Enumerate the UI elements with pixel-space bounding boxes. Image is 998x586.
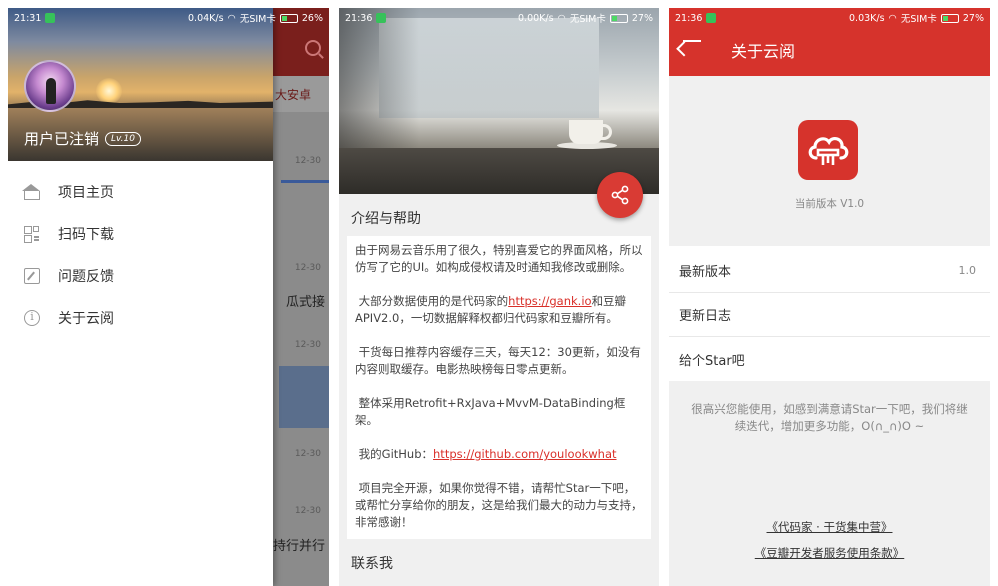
paragraph-text: 干货每日推荐内容缓存三天，每天12：30更新，如没有内容则取缓存。电影热映榜每日… (355, 345, 641, 376)
screen-about: 关于云阅 21:36 0.03K/s ◠ 无SIM卡 27% 当前版本 V1.0… (669, 8, 990, 586)
status-time: 21:36 (675, 12, 703, 24)
edit-icon (24, 268, 40, 284)
search-icon[interactable] (305, 40, 321, 56)
notification-icon (706, 13, 717, 23)
notification-icon (45, 13, 56, 23)
douban-terms-link[interactable]: 《豆瓣开发者服务使用条款》 (669, 540, 990, 566)
battery-percent: 27% (631, 12, 653, 24)
sunset-image (96, 78, 122, 104)
intro-paragraph: 项目完全开源，如果你觉得不错，请帮忙Star一下吧，或帮忙分享给你的朋友，这是给… (355, 480, 645, 531)
row-label: 给个Star吧 (679, 353, 745, 369)
gank-link[interactable]: https://gank.io (508, 294, 591, 308)
status-time: 21:31 (14, 12, 42, 24)
row-latest-version[interactable]: 最新版本 1.0 (669, 249, 990, 293)
row-value: 1.0 (958, 264, 977, 277)
menu-item-label: 关于云阅 (58, 311, 114, 327)
status-speed: 0.00K/s (518, 12, 554, 24)
navigation-drawer: 用户已注销 Lv.10 项目主页 扫码下载 问题反馈 关于云阅 (8, 8, 273, 586)
share-icon (611, 185, 629, 205)
status-speed: 0.04K/s (188, 12, 224, 24)
intro-paragraph: 大部分数据使用的是代码家的https://gank.io和豆瓣APIV2.0，一… (355, 293, 645, 327)
user-name[interactable]: 用户已注销 Lv.10 (24, 128, 141, 149)
coffee-cup-image (569, 120, 612, 144)
drawer-menu: 项目主页 扫码下载 问题反馈 关于云阅 (8, 161, 273, 339)
home-icon (22, 183, 40, 200)
notification-icon (376, 13, 387, 23)
level-badge: Lv.10 (105, 131, 141, 146)
intro-paragraph: 由于网易云音乐用了很久，特别喜爱它的界面风格，所以仿写了它的UI。如构成侵权请及… (355, 243, 643, 274)
wifi-icon: ◠ (888, 12, 897, 24)
intro-content: 介绍与帮助 由于网易云音乐用了很久，特别喜爱它的界面风格，所以仿写了它的UI。如… (339, 194, 659, 586)
menu-item-about[interactable]: 关于云阅 (8, 297, 273, 339)
menu-item-scan-download[interactable]: 扫码下载 (8, 213, 273, 255)
paragraph-text: 整体采用Retrofit+RxJava+MvvM-DataBinding框架。 (355, 396, 626, 427)
sim-status: 无SIM卡 (569, 14, 606, 25)
qr-code-icon (24, 226, 40, 243)
back-arrow-icon[interactable] (683, 40, 701, 42)
menu-item-label: 项目主页 (58, 185, 114, 201)
footer-links: 《代码家 · 干货集中营》 《豆瓣开发者服务使用条款》 (669, 514, 990, 566)
github-link[interactable]: https://github.com/youlookwhat (433, 447, 617, 461)
background-divider (281, 180, 329, 183)
info-icon (24, 310, 40, 326)
background-time: 12-30 (294, 263, 321, 273)
app-logo (798, 120, 858, 180)
about-list: 最新版本 1.0 更新日志 给个Star吧 (669, 249, 990, 381)
user-name-label: 用户已注销 (24, 130, 100, 148)
share-button[interactable] (597, 172, 643, 218)
background-thumbnail (279, 366, 329, 428)
battery-icon (609, 13, 628, 23)
row-changelog[interactable]: 更新日志 (669, 293, 990, 337)
intro-card: 由于网易云音乐用了很久，特别喜爱它的界面风格，所以仿写了它的UI。如构成侵权请及… (347, 236, 651, 539)
intro-paragraph: 干货每日推荐内容缓存三天，每天12：30更新，如没有内容则取缓存。电影热映榜每日… (355, 344, 645, 378)
version-text: 当前版本 V1.0 (794, 198, 865, 210)
battery-percent: 27% (962, 12, 984, 24)
paragraph-text: 项目完全开源，如果你觉得不错，请帮忙Star一下吧，或帮忙分享给你的朋友，这是给… (355, 481, 643, 529)
status-speed: 0.03K/s (849, 12, 885, 24)
background-snippet: 瓜式接 (285, 295, 325, 310)
screen-navigation-drawer: 大安卓 12-30 12-30 瓜式接 12-30 12-30 12-30 持行… (8, 8, 329, 586)
drawer-header: 用户已注销 Lv.10 (8, 8, 273, 161)
status-bar: 21:31 0.04K/s ◠ 无SIM卡 26% (8, 8, 329, 28)
background-time: 12-30 (294, 156, 321, 166)
sim-status: 无SIM卡 (900, 14, 937, 25)
battery-icon (940, 13, 959, 23)
wifi-icon: ◠ (227, 12, 236, 24)
row-label: 更新日志 (679, 309, 732, 324)
menu-item-label: 扫码下载 (58, 227, 114, 243)
menu-item-feedback[interactable]: 问题反馈 (8, 255, 273, 297)
cloud-logo-icon (808, 136, 849, 165)
header-image (339, 8, 659, 194)
row-star[interactable]: 给个Star吧 (669, 337, 990, 381)
background-time: 12-30 (294, 340, 321, 350)
screen-intro-help: 21:36 0.00K/s ◠ 无SIM卡 27% 介绍与帮助 由于网易云音乐用… (339, 8, 659, 586)
menu-item-label: 问题反馈 (58, 269, 114, 285)
menu-item-project-home[interactable]: 项目主页 (8, 171, 273, 213)
background-time: 12-30 (294, 449, 321, 459)
background-time: 12-30 (294, 506, 321, 516)
wifi-icon: ◠ (557, 12, 566, 24)
battery-icon (279, 13, 298, 23)
intro-paragraph: 整体采用Retrofit+RxJava+MvvM-DataBinding框架。 (355, 395, 645, 429)
contact-title: 联系我 (351, 556, 393, 572)
background-snippet: 持行并行 (272, 539, 325, 554)
battery-percent: 26% (301, 12, 323, 24)
thanks-note: 很高兴您能使用，如感到满意请Star一下吧，我们将继续迭代，增加更多功能，O(∩… (691, 402, 968, 433)
status-bar: 21:36 0.00K/s ◠ 无SIM卡 27% (339, 8, 659, 28)
avatar[interactable] (24, 60, 76, 112)
background-tab-label[interactable]: 大安卓 (275, 86, 311, 103)
about-header: 当前版本 V1.0 (669, 76, 990, 246)
intro-paragraph: 我的GitHub：https://github.com/youlookwhat (355, 446, 645, 463)
paragraph-text: 我的GitHub： (358, 447, 434, 461)
paragraph-text: 大部分数据使用的是代码家的 (358, 294, 509, 308)
page-title: 关于云阅 (731, 42, 796, 61)
status-bar: 21:36 0.03K/s ◠ 无SIM卡 27% (669, 8, 990, 28)
status-time: 21:36 (345, 12, 373, 24)
about-footer: 很高兴您能使用，如感到满意请Star一下吧，我们将继续迭代，增加更多功能，O(∩… (669, 381, 990, 586)
row-label: 最新版本 (679, 265, 732, 280)
sim-status: 无SIM卡 (239, 14, 276, 25)
gank-link[interactable]: 《代码家 · 干货集中营》 (669, 514, 990, 540)
